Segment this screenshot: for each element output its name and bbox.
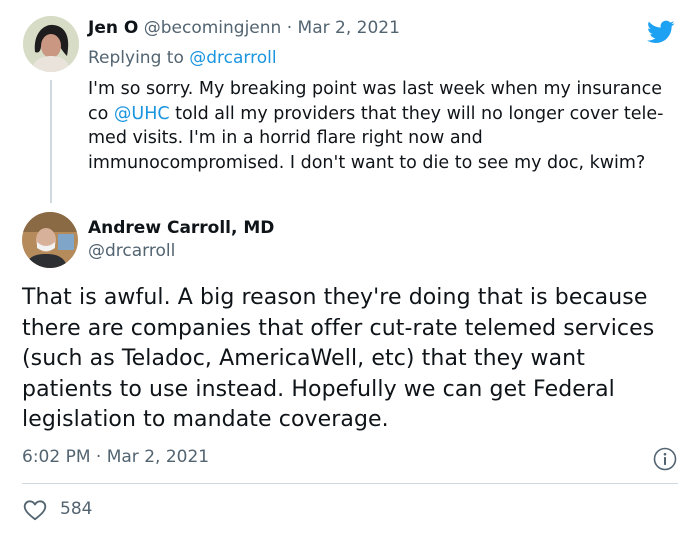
divider xyxy=(22,483,678,484)
tweet-date[interactable]: Mar 2, 2021 xyxy=(107,447,209,467)
reply-date[interactable]: Mar 2, 2021 xyxy=(298,18,400,38)
reply-author-name[interactable]: Jen O xyxy=(88,18,138,38)
timestamp-separator: · xyxy=(95,447,102,467)
jen-avatar-image xyxy=(23,16,79,72)
andrew-avatar[interactable] xyxy=(22,212,78,268)
main-author-handle[interactable]: @drcarroll xyxy=(88,241,175,261)
info-icon[interactable] xyxy=(652,446,678,472)
thread-line xyxy=(50,80,52,203)
jen-avatar[interactable] xyxy=(23,16,79,72)
replying-to-prefix: Replying to xyxy=(88,48,184,68)
mention-uhc[interactable]: @UHC xyxy=(114,104,170,124)
replying-to-handle[interactable]: @drcarroll xyxy=(189,48,276,68)
reply-text-part-2: told all my providers that they will no … xyxy=(88,103,664,173)
reply-text: I'm so sorry. My breaking point was last… xyxy=(88,77,680,175)
replying-to: Replying to @drcarroll xyxy=(88,48,277,68)
heart-icon[interactable] xyxy=(22,497,48,523)
likes-count[interactable]: 584 xyxy=(60,499,92,519)
reply-header: Jen O @becomingjenn · Mar 2, 2021 xyxy=(88,18,400,38)
main-author-name[interactable]: Andrew Carroll, MD xyxy=(88,218,274,238)
andrew-avatar-image xyxy=(22,212,78,268)
tweet-time[interactable]: 6:02 PM xyxy=(22,447,91,467)
reply-separator: · xyxy=(286,18,293,38)
twitter-bird-icon[interactable] xyxy=(645,18,677,46)
timestamp: 6:02 PM · Mar 2, 2021 xyxy=(22,447,209,467)
main-tweet-text: That is awful. A big reason they're doin… xyxy=(22,285,655,432)
reply-author-handle[interactable]: @becomingjenn xyxy=(144,18,282,38)
